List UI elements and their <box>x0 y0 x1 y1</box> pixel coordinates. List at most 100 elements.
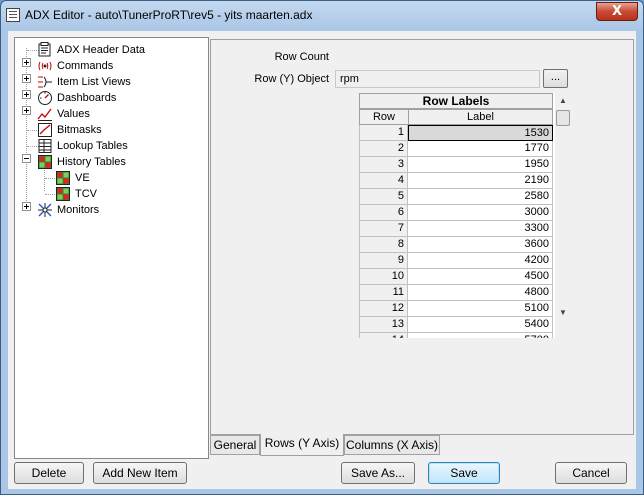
row-labels-grid[interactable]: Row Labels Row Label 1 1530 2 1770 3 1950 4 219… <box>359 93 571 338</box>
grid-vertical-scrollbar[interactable]: ▲ ▼ <box>555 93 571 338</box>
row-label-cell[interactable]: 3000 <box>408 205 553 221</box>
expand-dashboards-toggle[interactable] <box>22 90 31 99</box>
save-button[interactable]: Save <box>428 462 500 484</box>
table-row[interactable]: 12 5100 <box>359 301 553 317</box>
row-label-cell[interactable]: 4200 <box>408 253 553 269</box>
row-label-cell[interactable]: 3300 <box>408 221 553 237</box>
expand-values-toggle[interactable] <box>22 106 31 115</box>
commands-icon <box>38 61 52 71</box>
row-number-cell[interactable]: 4 <box>359 173 408 189</box>
row-number-cell[interactable]: 8 <box>359 237 408 253</box>
table-row[interactable]: 3 1950 <box>359 157 553 173</box>
add-new-item-button[interactable]: Add New Item <box>93 462 187 484</box>
row-number-cell[interactable]: 13 <box>359 317 408 333</box>
scroll-up-arrow-icon[interactable]: ▲ <box>555 93 571 109</box>
row-label-cell[interactable]: 1530 <box>408 125 553 141</box>
tree-item-history-tables[interactable]: History Tables <box>37 154 207 170</box>
scroll-down-arrow-icon[interactable]: ▼ <box>555 305 571 321</box>
tree-item-label: Bitmasks <box>57 124 102 136</box>
row-count-label: Row Count <box>274 51 329 63</box>
row-number-cell[interactable]: 14 <box>359 333 408 338</box>
expand-item-list-views-toggle[interactable] <box>22 74 31 83</box>
expand-monitors-toggle[interactable] <box>22 202 31 211</box>
tab-rows-y-axis[interactable]: Rows (Y Axis) <box>260 434 344 456</box>
row-number-cell[interactable]: 6 <box>359 205 408 221</box>
row-label-cell[interactable]: 5700 <box>408 333 553 338</box>
table-row[interactable]: 8 3600 <box>359 237 553 253</box>
expand-commands-toggle[interactable] <box>22 58 31 67</box>
table-row[interactable]: 11 4800 <box>359 285 553 301</box>
tree-item-label: Dashboards <box>57 92 117 104</box>
row-label-cell[interactable]: 1950 <box>408 157 553 173</box>
column-header-row[interactable]: Row <box>359 109 409 125</box>
tree-item-ve[interactable]: VE <box>55 170 205 186</box>
grid-title: Row Labels <box>359 93 553 109</box>
dashboard-gauge-icon <box>38 91 52 105</box>
history-table-icon <box>56 171 70 185</box>
table-row[interactable]: 145700 <box>359 333 553 338</box>
row-number-cell[interactable]: 11 <box>359 285 408 301</box>
app-icon <box>6 8 20 22</box>
row-label-cell[interactable]: 4500 <box>408 269 553 285</box>
table-row[interactable]: 4 2190 <box>359 173 553 189</box>
tab-general[interactable]: General <box>210 435 260 455</box>
tree-item-label: Values <box>57 108 90 120</box>
table-row[interactable]: 6 3000 <box>359 205 553 221</box>
tree-item-label: Item List Views <box>57 76 131 88</box>
table-row[interactable]: 13 5400 <box>359 317 553 333</box>
tree-item-label: VE <box>75 172 90 184</box>
table-row[interactable]: 5 2580 <box>359 189 553 205</box>
tree-item-commands[interactable]: Commands <box>37 58 207 74</box>
title-bar[interactable]: ADX Editor - auto\TunerProRT\rev5 - yits… <box>1 1 643 31</box>
tree-item-bitmasks[interactable]: Bitmasks <box>37 122 207 138</box>
table-row[interactable]: 2 1770 <box>359 141 553 157</box>
save-as-button[interactable]: Save As... <box>341 462 415 484</box>
row-number-cell[interactable]: 2 <box>359 141 408 157</box>
row-label-cell[interactable]: 3600 <box>408 237 553 253</box>
client-area: ADX Header Data Commands Item List Views… <box>8 31 636 489</box>
tree-item-label: History Tables <box>57 156 126 168</box>
table-row[interactable]: 1 1530 <box>359 125 553 141</box>
browse-row-object-button[interactable]: ... <box>543 69 568 88</box>
tree-item-monitors[interactable]: Monitors <box>37 202 207 218</box>
tree-item-label: Monitors <box>57 204 100 216</box>
tree-item-lookup-tables[interactable]: Lookup Tables <box>37 138 207 154</box>
row-number-cell[interactable]: 10 <box>359 269 408 285</box>
row-label-cell[interactable]: 5400 <box>408 317 553 333</box>
tab-columns-x-axis[interactable]: Columns (X Axis) <box>344 435 440 455</box>
tree-item-values[interactable]: Values <box>37 106 207 122</box>
cancel-button[interactable]: Cancel <box>555 462 627 484</box>
history-table-icon <box>38 155 52 169</box>
scroll-thumb[interactable] <box>556 110 570 126</box>
table-row[interactable]: 10 4500 <box>359 269 553 285</box>
row-number-cell[interactable]: 5 <box>359 189 408 205</box>
row-label-cell[interactable]: 1770 <box>408 141 553 157</box>
lookup-table-icon <box>38 139 52 153</box>
values-graph-icon <box>37 108 52 121</box>
row-number-cell[interactable]: 3 <box>359 157 408 173</box>
row-number-cell[interactable]: 12 <box>359 301 408 317</box>
list-views-icon <box>38 76 52 88</box>
row-number-cell[interactable]: 9 <box>359 253 408 269</box>
collapse-history-tables-toggle[interactable] <box>22 154 31 163</box>
table-row[interactable]: 9 4200 <box>359 253 553 269</box>
tree-item-adx-header-data[interactable]: ADX Header Data <box>37 42 207 58</box>
column-header-label[interactable]: Label <box>408 109 553 125</box>
row-object-field[interactable]: rpm <box>335 70 540 88</box>
row-label-cell[interactable]: 2190 <box>408 173 553 189</box>
row-label-cell[interactable]: 2580 <box>408 189 553 205</box>
close-button[interactable]: X <box>596 2 638 21</box>
row-label-cell[interactable]: 5100 <box>408 301 553 317</box>
row-label-cell[interactable]: 4800 <box>408 285 553 301</box>
delete-button[interactable]: Delete <box>14 462 84 484</box>
tree-item-label: Commands <box>57 60 114 72</box>
row-number-cell[interactable]: 7 <box>359 221 408 237</box>
table-row[interactable]: 7 3300 <box>359 221 553 237</box>
properties-pane: Row Count Row (Y) Object rpm ... Row Lab… <box>210 39 634 435</box>
tree-item-tcv[interactable]: TCV <box>55 186 205 202</box>
monitor-icon <box>38 203 52 217</box>
tree-item-item-list-views[interactable]: Item List Views <box>37 74 207 90</box>
row-number-cell[interactable]: 1 <box>359 125 408 141</box>
tree-item-dashboards[interactable]: Dashboards <box>37 90 207 106</box>
item-tree[interactable]: ADX Header Data Commands Item List Views… <box>14 37 209 459</box>
